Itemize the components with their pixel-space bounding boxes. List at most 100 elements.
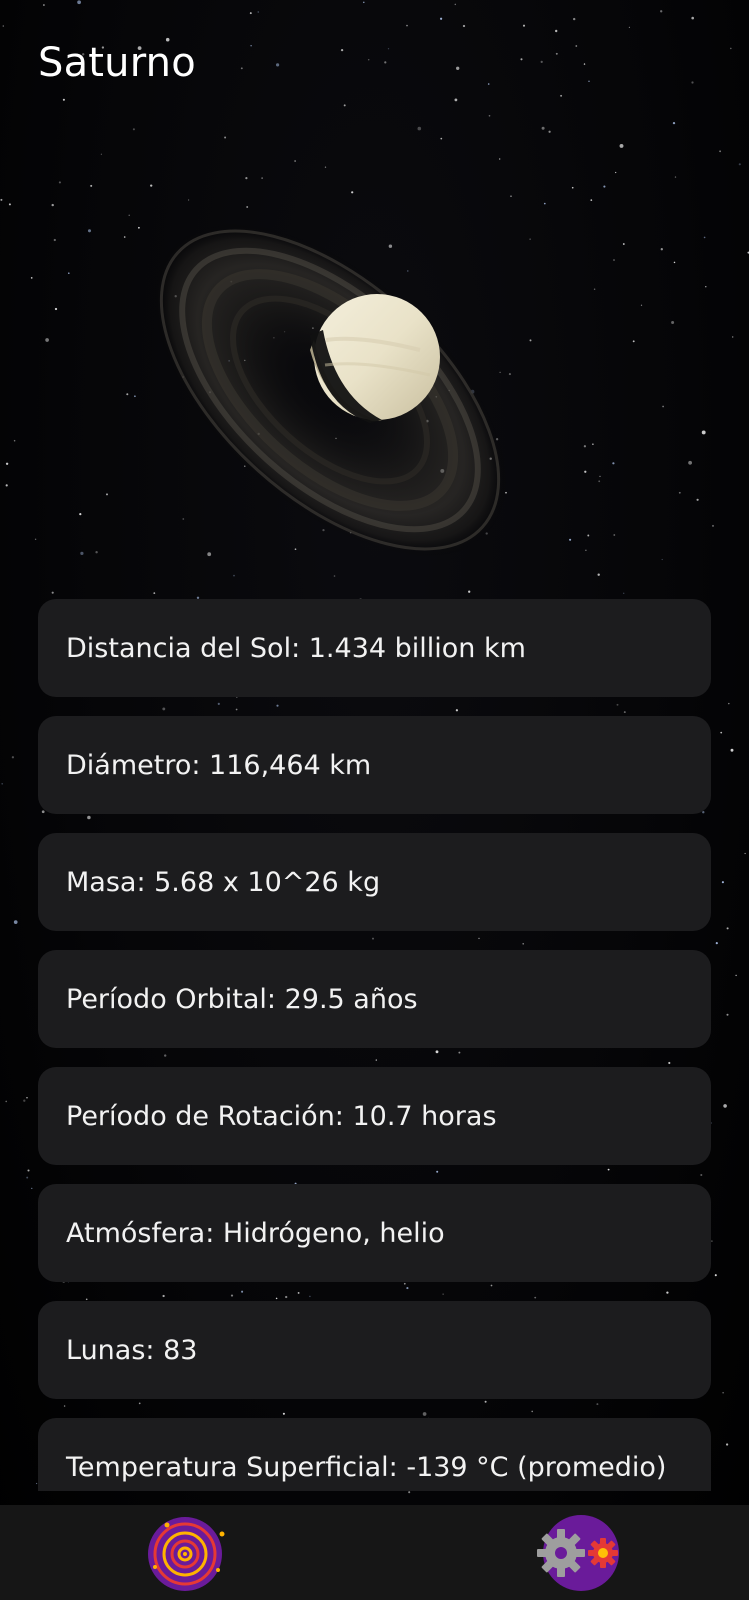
star: [406, 24, 408, 27]
star: [691, 81, 694, 84]
star: [456, 66, 460, 70]
star: [729, 47, 732, 50]
star: [543, 202, 546, 205]
star: [585, 549, 587, 551]
star: [153, 592, 156, 594]
star: [250, 45, 252, 47]
star: [0, 198, 3, 201]
star: [2, 25, 5, 27]
star: [583, 63, 586, 65]
star: [408, 1491, 411, 1494]
star: [723, 1104, 727, 1108]
star: [51, 203, 54, 207]
star: [678, 491, 681, 494]
star: [711, 1240, 713, 1242]
star: [1, 782, 4, 785]
star: [79, 513, 82, 516]
star: [712, 524, 714, 527]
star: [68, 272, 70, 274]
star: [725, 1443, 729, 1446]
star: [276, 63, 280, 67]
star: [548, 130, 551, 133]
star: [592, 443, 594, 446]
info-moons[interactable]: Lunas: 83: [38, 1301, 711, 1399]
star: [45, 338, 49, 342]
star: [5, 484, 8, 487]
star: [587, 534, 590, 537]
info-rotation-period[interactable]: Período de Rotación: 10.7 horas: [38, 1067, 711, 1165]
star: [612, 462, 615, 465]
star: [294, 160, 296, 162]
star: [8, 203, 11, 206]
star: [726, 1013, 729, 1016]
star: [541, 126, 545, 130]
star: [363, 1, 365, 4]
info-mass[interactable]: Masa: 5.68 x 10^26 kg: [38, 833, 711, 931]
star: [575, 45, 578, 47]
star: [640, 304, 643, 306]
star: [628, 26, 631, 29]
star: [597, 573, 600, 576]
star: [571, 186, 574, 189]
info-atmosphere[interactable]: Atmósfera: Hidrógeno, helio: [38, 1184, 711, 1282]
star: [367, 59, 370, 61]
star: [105, 493, 109, 496]
settings-nav-button[interactable]: [537, 1512, 619, 1592]
star: [613, 534, 616, 536]
star: [661, 558, 663, 561]
star: [77, 0, 81, 5]
star: [590, 199, 593, 201]
star: [42, 4, 45, 6]
star: [540, 60, 543, 64]
star: [26, 1176, 29, 1179]
star: [728, 702, 730, 705]
star: [387, 48, 390, 50]
star: [468, 590, 471, 593]
solar-system-icon: [148, 1517, 225, 1591]
star: [150, 184, 153, 187]
star: [522, 24, 526, 27]
star: [132, 128, 135, 131]
star: [11, 756, 15, 759]
star: [439, 17, 443, 20]
star: [13, 920, 18, 924]
star: [30, 277, 33, 279]
star: [26, 1097, 28, 1099]
star: [560, 94, 563, 97]
star: [714, 1274, 717, 1277]
star: [619, 143, 624, 148]
info-distance[interactable]: Distancia del Sol: 1.434 billion km: [38, 599, 711, 697]
star: [487, 83, 490, 85]
star: [613, 259, 615, 261]
info-surface-temperature[interactable]: Temperatura Superficial: -139 °C (promed…: [38, 1418, 711, 1491]
star: [732, 336, 734, 338]
star: [53, 238, 56, 242]
star: [744, 852, 746, 855]
star: [583, 445, 587, 448]
star: [721, 881, 724, 884]
star: [573, 17, 576, 21]
star: [662, 405, 664, 408]
star: [726, 927, 729, 930]
star: [100, 153, 103, 155]
page-title: Saturno: [38, 40, 196, 86]
star: [343, 104, 346, 107]
star: [58, 181, 61, 184]
solar-system-nav-button[interactable]: [147, 1512, 227, 1592]
star: [674, 176, 677, 178]
star: [257, 11, 260, 13]
star: [555, 52, 558, 55]
star: [719, 150, 721, 153]
star: [622, 592, 625, 595]
star: [80, 551, 84, 556]
star: [384, 61, 387, 64]
star: [87, 229, 92, 233]
star: [261, 177, 263, 179]
star: [622, 243, 625, 245]
star: [23, 1099, 26, 1102]
star: [520, 58, 523, 61]
info-diameter[interactable]: Diámetro: 116,464 km: [38, 716, 711, 814]
star: [720, 731, 723, 734]
star: [249, 12, 252, 15]
info-orbital-period[interactable]: Período Orbital: 29.5 años: [38, 950, 711, 1048]
